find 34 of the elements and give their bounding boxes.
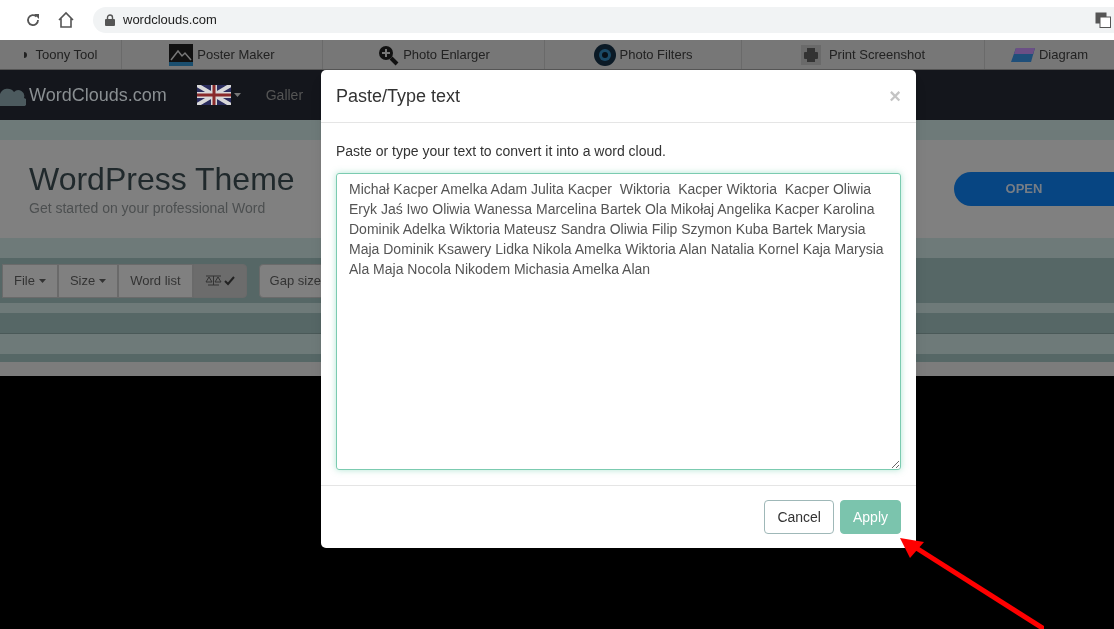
nav-link[interactable]: Galler <box>265 84 304 106</box>
caret-icon <box>233 93 241 97</box>
caret-icon <box>99 278 107 283</box>
cancel-button[interactable]: Cancel <box>764 500 834 535</box>
reload-icon[interactable] <box>25 12 41 28</box>
tool-link[interactable]: Poster Maker <box>169 43 275 66</box>
lock-icon <box>105 14 115 26</box>
tool-link[interactable]: Diagram <box>1010 44 1089 65</box>
scale-check-icon <box>204 274 235 287</box>
translate-icon[interactable] <box>1095 12 1111 28</box>
balance-toggle[interactable] <box>192 263 247 298</box>
flag-icon[interactable] <box>196 85 231 105</box>
apply-button[interactable]: Apply <box>839 500 901 535</box>
mountain-icon <box>169 43 194 66</box>
ad-headline: WordPress Theme <box>29 159 295 198</box>
toolbar-button[interactable]: Size <box>57 263 119 298</box>
toolbar-button[interactable]: Word list <box>118 263 193 298</box>
shape-icon <box>1010 47 1035 62</box>
tool-link[interactable]: Photo Enlarger <box>377 43 490 66</box>
tool-link[interactable]: Print Screenshot <box>800 44 926 65</box>
tool-link[interactable]: Photo Filters <box>593 43 693 66</box>
toolbar-button[interactable]: File <box>2 263 58 298</box>
url-text: wordclouds.com <box>123 11 217 30</box>
dialog-title: Paste/Type text <box>336 84 461 108</box>
zoom-in-icon <box>377 43 400 66</box>
instruction-text: Paste or type your text to convert it into a word cloud. <box>336 142 667 162</box>
camera-lens-icon <box>593 43 616 66</box>
home-icon[interactable] <box>57 11 75 29</box>
address-bar[interactable]: wordclouds.com <box>93 7 1114 33</box>
text-input[interactable]: Michał Kacper Amelka Adam Julita Kacper Wiktoria Kacper Wiktoria Kacper Oliwia Eryk Jaś Iwo Oliwia Wanessa Marcelina Bartek Ola Mikołaj Angelika Kacper Karolina Dominik Adelka Wiktoria Mateusz Sandra Oliwia Filip Szymon Kuba Bartek Marysia Maja Dominik Ksawery Lidka Nikola Amelka Wiktoria Alan Natalia Kornel Kaja Marysia Ala Maja Nocola Nikodem Michasia Amelka Alan <box>336 173 901 471</box>
caret-icon <box>38 278 46 283</box>
brand-name[interactable]: WordClouds.com <box>29 81 167 109</box>
tool-link[interactable]: Toony Tool <box>23 44 98 65</box>
open-button[interactable]: OPEN <box>954 172 1114 206</box>
